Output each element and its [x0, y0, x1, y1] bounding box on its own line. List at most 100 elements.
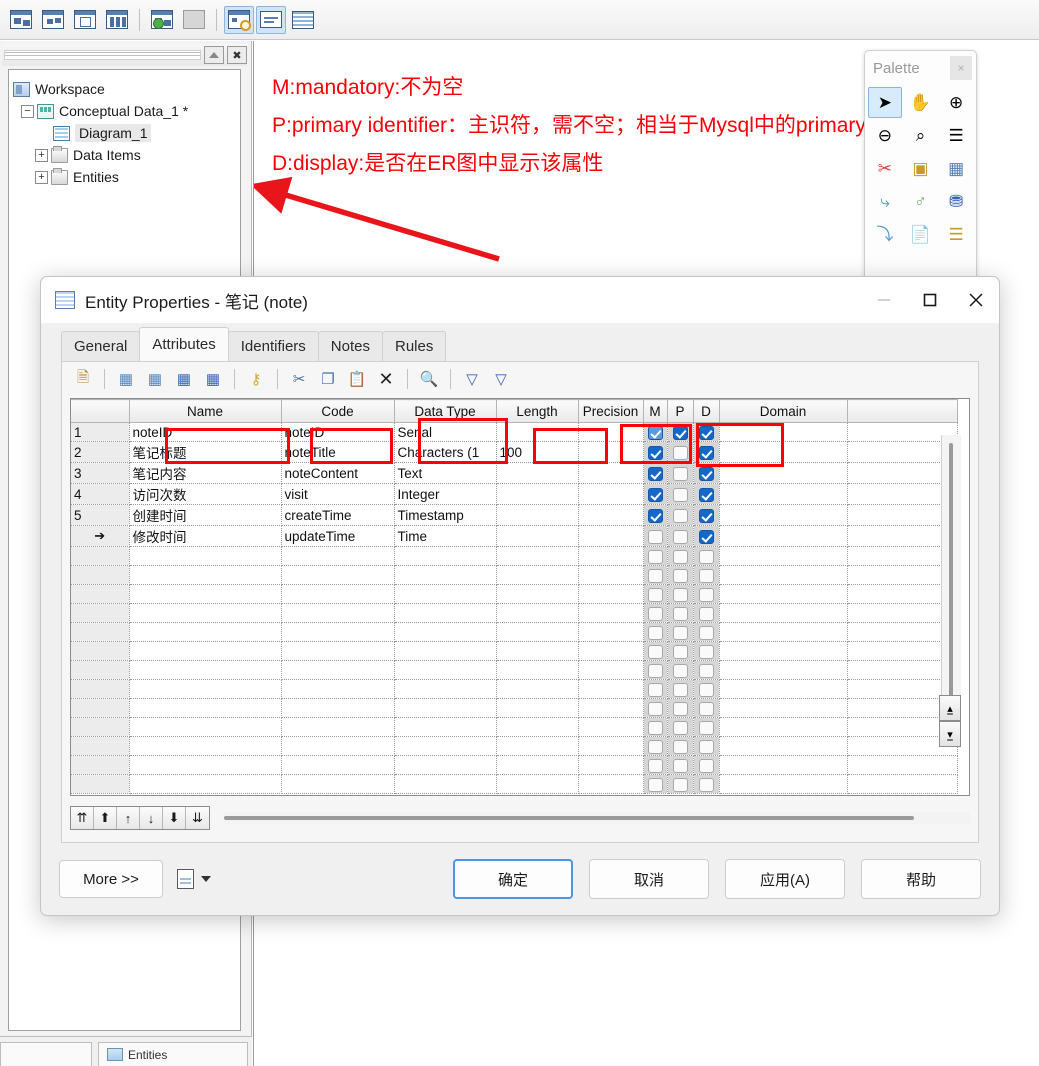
model-diagram-button[interactable] — [6, 6, 36, 34]
cell-name[interactable] — [129, 584, 282, 604]
cell-code[interactable] — [281, 546, 395, 566]
table-row-empty[interactable] — [71, 774, 958, 794]
header-mandatory[interactable]: M — [643, 399, 668, 423]
checkbox[interactable] — [698, 682, 714, 697]
scroll-bottom-button[interactable]: ▾̲ — [939, 721, 961, 747]
cell-code[interactable] — [281, 774, 395, 794]
pan-tool[interactable]: ✋ — [904, 87, 938, 118]
help-button[interactable]: 帮助 — [861, 859, 981, 899]
add-from-list-button[interactable]: ▦ — [171, 366, 197, 392]
table-row-empty[interactable] — [71, 603, 958, 623]
cell-mandatory[interactable] — [643, 565, 668, 585]
move-down-button[interactable]: ↓ — [140, 807, 163, 829]
checkbox[interactable] — [647, 529, 663, 544]
table-row-empty[interactable] — [71, 622, 958, 642]
cell-mandatory[interactable] — [643, 622, 668, 642]
cell-precision[interactable] — [578, 717, 644, 737]
move-down-two-button[interactable]: ⬇ — [163, 807, 186, 829]
cell-mandatory[interactable] — [643, 525, 668, 547]
bottom-tab-entities[interactable]: Entities — [98, 1042, 248, 1066]
cell-name[interactable] — [129, 717, 282, 737]
row-number[interactable]: 4 — [71, 483, 130, 505]
cell-mandatory[interactable] — [643, 736, 668, 756]
row-number[interactable] — [71, 622, 130, 642]
checkbox[interactable] — [698, 606, 714, 621]
cell-precision[interactable] — [578, 622, 644, 642]
customize-filter-button[interactable]: ▽ — [459, 366, 485, 392]
cell-primary[interactable] — [667, 584, 694, 604]
move-to-bottom-button[interactable]: ⇊ — [186, 807, 209, 829]
checkbox[interactable] — [647, 487, 663, 502]
checkbox[interactable] — [698, 644, 714, 659]
cell-precision[interactable] — [578, 584, 644, 604]
tree-node-conceptual-data[interactable]: − Conceptual Data_1 * — [13, 100, 236, 122]
table-row-empty[interactable] — [71, 717, 958, 737]
cell-display[interactable] — [693, 525, 720, 547]
cell-display[interactable] — [693, 622, 720, 642]
zoom-out-tool[interactable]: ⊖ — [868, 120, 902, 151]
cell-mandatory[interactable] — [643, 660, 668, 680]
cell-mandatory[interactable] — [643, 755, 668, 775]
header-primary[interactable]: P — [667, 399, 694, 423]
cell-primary[interactable] — [667, 462, 694, 484]
row-number[interactable] — [71, 736, 130, 756]
cell-precision[interactable] — [578, 565, 644, 585]
cell-name[interactable] — [129, 679, 282, 699]
cell-datatype[interactable] — [394, 565, 497, 585]
row-number[interactable] — [71, 679, 130, 699]
cell-datatype[interactable] — [394, 584, 497, 604]
cell-domain[interactable] — [719, 622, 848, 642]
cell-domain[interactable] — [719, 755, 848, 775]
checkbox[interactable] — [698, 625, 714, 640]
checkbox[interactable] — [672, 682, 688, 697]
cell-domain[interactable] — [719, 483, 848, 505]
checkbox[interactable] — [698, 445, 714, 460]
checkbox[interactable] — [672, 739, 688, 754]
table-row-empty[interactable] — [71, 660, 958, 680]
cell-precision[interactable] — [578, 660, 644, 680]
checkbox[interactable] — [647, 701, 663, 716]
cell-domain[interactable] — [719, 698, 848, 718]
attributes-grid[interactable]: Name Code Data Type Length Precision M P… — [70, 398, 970, 796]
checkbox[interactable] — [647, 644, 663, 659]
cell-display[interactable] — [693, 698, 720, 718]
cell-datatype[interactable]: Time — [394, 525, 497, 547]
header-domain[interactable]: Domain — [719, 399, 848, 423]
entity-tool[interactable]: ▦ — [939, 153, 973, 184]
cell-datatype[interactable] — [394, 774, 497, 794]
checkbox[interactable] — [698, 549, 714, 564]
cancel-button[interactable]: 取消 — [589, 859, 709, 899]
row-number[interactable] — [71, 603, 130, 623]
checkbox[interactable] — [672, 568, 688, 583]
cell-length[interactable] — [496, 603, 579, 623]
cell-length[interactable] — [496, 462, 579, 484]
tab-attributes[interactable]: Attributes — [139, 327, 229, 361]
cell-name[interactable] — [129, 622, 282, 642]
cell-mandatory[interactable] — [643, 717, 668, 737]
delete-button[interactable]: ✕ — [373, 366, 399, 392]
cell-precision[interactable] — [578, 641, 644, 661]
cell-code[interactable] — [281, 736, 395, 756]
tab-rules[interactable]: Rules — [381, 331, 447, 361]
checkbox[interactable] — [672, 487, 688, 502]
primary-identifier-button[interactable]: ⚷ — [243, 366, 269, 392]
cell-name[interactable]: 笔记标题 — [129, 441, 282, 463]
cell-length[interactable] — [496, 679, 579, 699]
cell-display[interactable] — [693, 565, 720, 585]
cell-primary[interactable] — [667, 441, 694, 463]
row-number[interactable]: 3 — [71, 462, 130, 484]
checkbox[interactable] — [647, 777, 663, 792]
pointer-tool[interactable]: ➤ — [868, 87, 902, 118]
chevron-down-icon[interactable] — [201, 876, 211, 882]
checkbox[interactable] — [698, 425, 714, 440]
cell-length[interactable] — [496, 622, 579, 642]
checkbox[interactable] — [647, 758, 663, 773]
checkbox[interactable] — [647, 606, 663, 621]
cell-primary[interactable] — [667, 679, 694, 699]
table-row-empty[interactable] — [71, 641, 958, 661]
file-tool[interactable]: 📄 — [904, 219, 938, 250]
tab-general[interactable]: General — [61, 331, 141, 361]
checkbox[interactable] — [672, 508, 688, 523]
checkbox[interactable] — [647, 425, 663, 440]
cell-precision[interactable] — [578, 546, 644, 566]
